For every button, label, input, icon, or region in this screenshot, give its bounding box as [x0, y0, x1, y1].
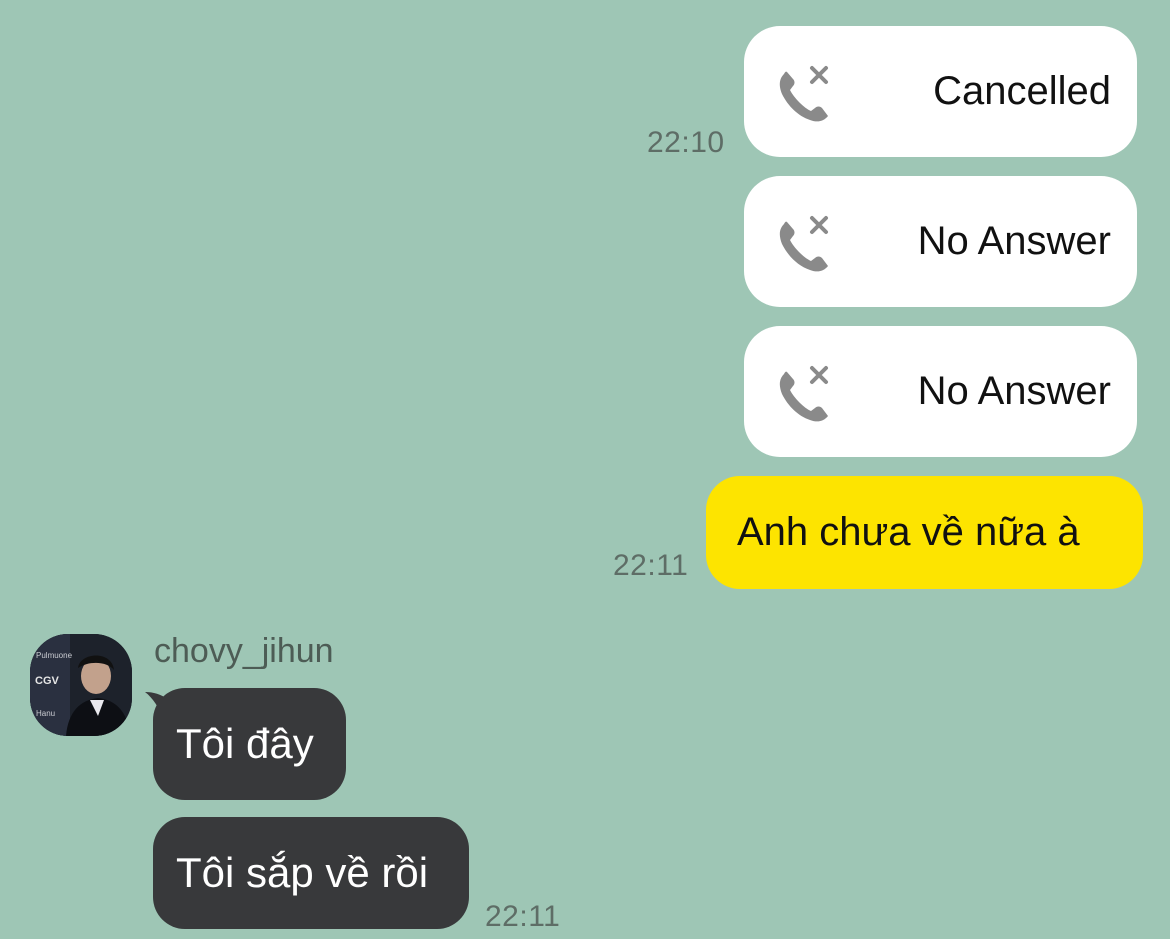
call-bubble-no-answer[interactable]: No Answer [744, 176, 1137, 307]
avatar-text: Hanu [36, 709, 55, 718]
avatar-text: CGV [35, 675, 60, 687]
incoming-message-bubble[interactable]: Tôi sắp về rồi [153, 817, 469, 929]
call-status-label: No Answer [917, 219, 1111, 263]
call-bubble-cancelled[interactable]: Cancelled [744, 26, 1137, 157]
call-status-label: Cancelled [933, 69, 1111, 113]
missed-call-icon [779, 366, 828, 422]
incoming-message-bubble[interactable]: Tôi đây [153, 688, 346, 800]
message-timestamp: 22:11 [485, 900, 561, 933]
sender-avatar[interactable]: Pulmuone CGV Hanu [30, 634, 132, 736]
missed-call-icon [779, 216, 828, 272]
call-bubble-no-answer[interactable]: No Answer [744, 326, 1137, 457]
message-timestamp: 22:10 [647, 126, 725, 159]
avatar-image: Pulmuone CGV Hanu [30, 634, 132, 736]
missed-call-icon [779, 66, 828, 122]
message-timestamp: 22:11 [613, 549, 689, 582]
call-status-label: No Answer [917, 369, 1111, 413]
sender-name: chovy_jihun [154, 632, 334, 670]
avatar-text: Pulmuone [36, 651, 73, 660]
outgoing-message-bubble[interactable]: Anh chưa về nữa à [706, 476, 1143, 589]
